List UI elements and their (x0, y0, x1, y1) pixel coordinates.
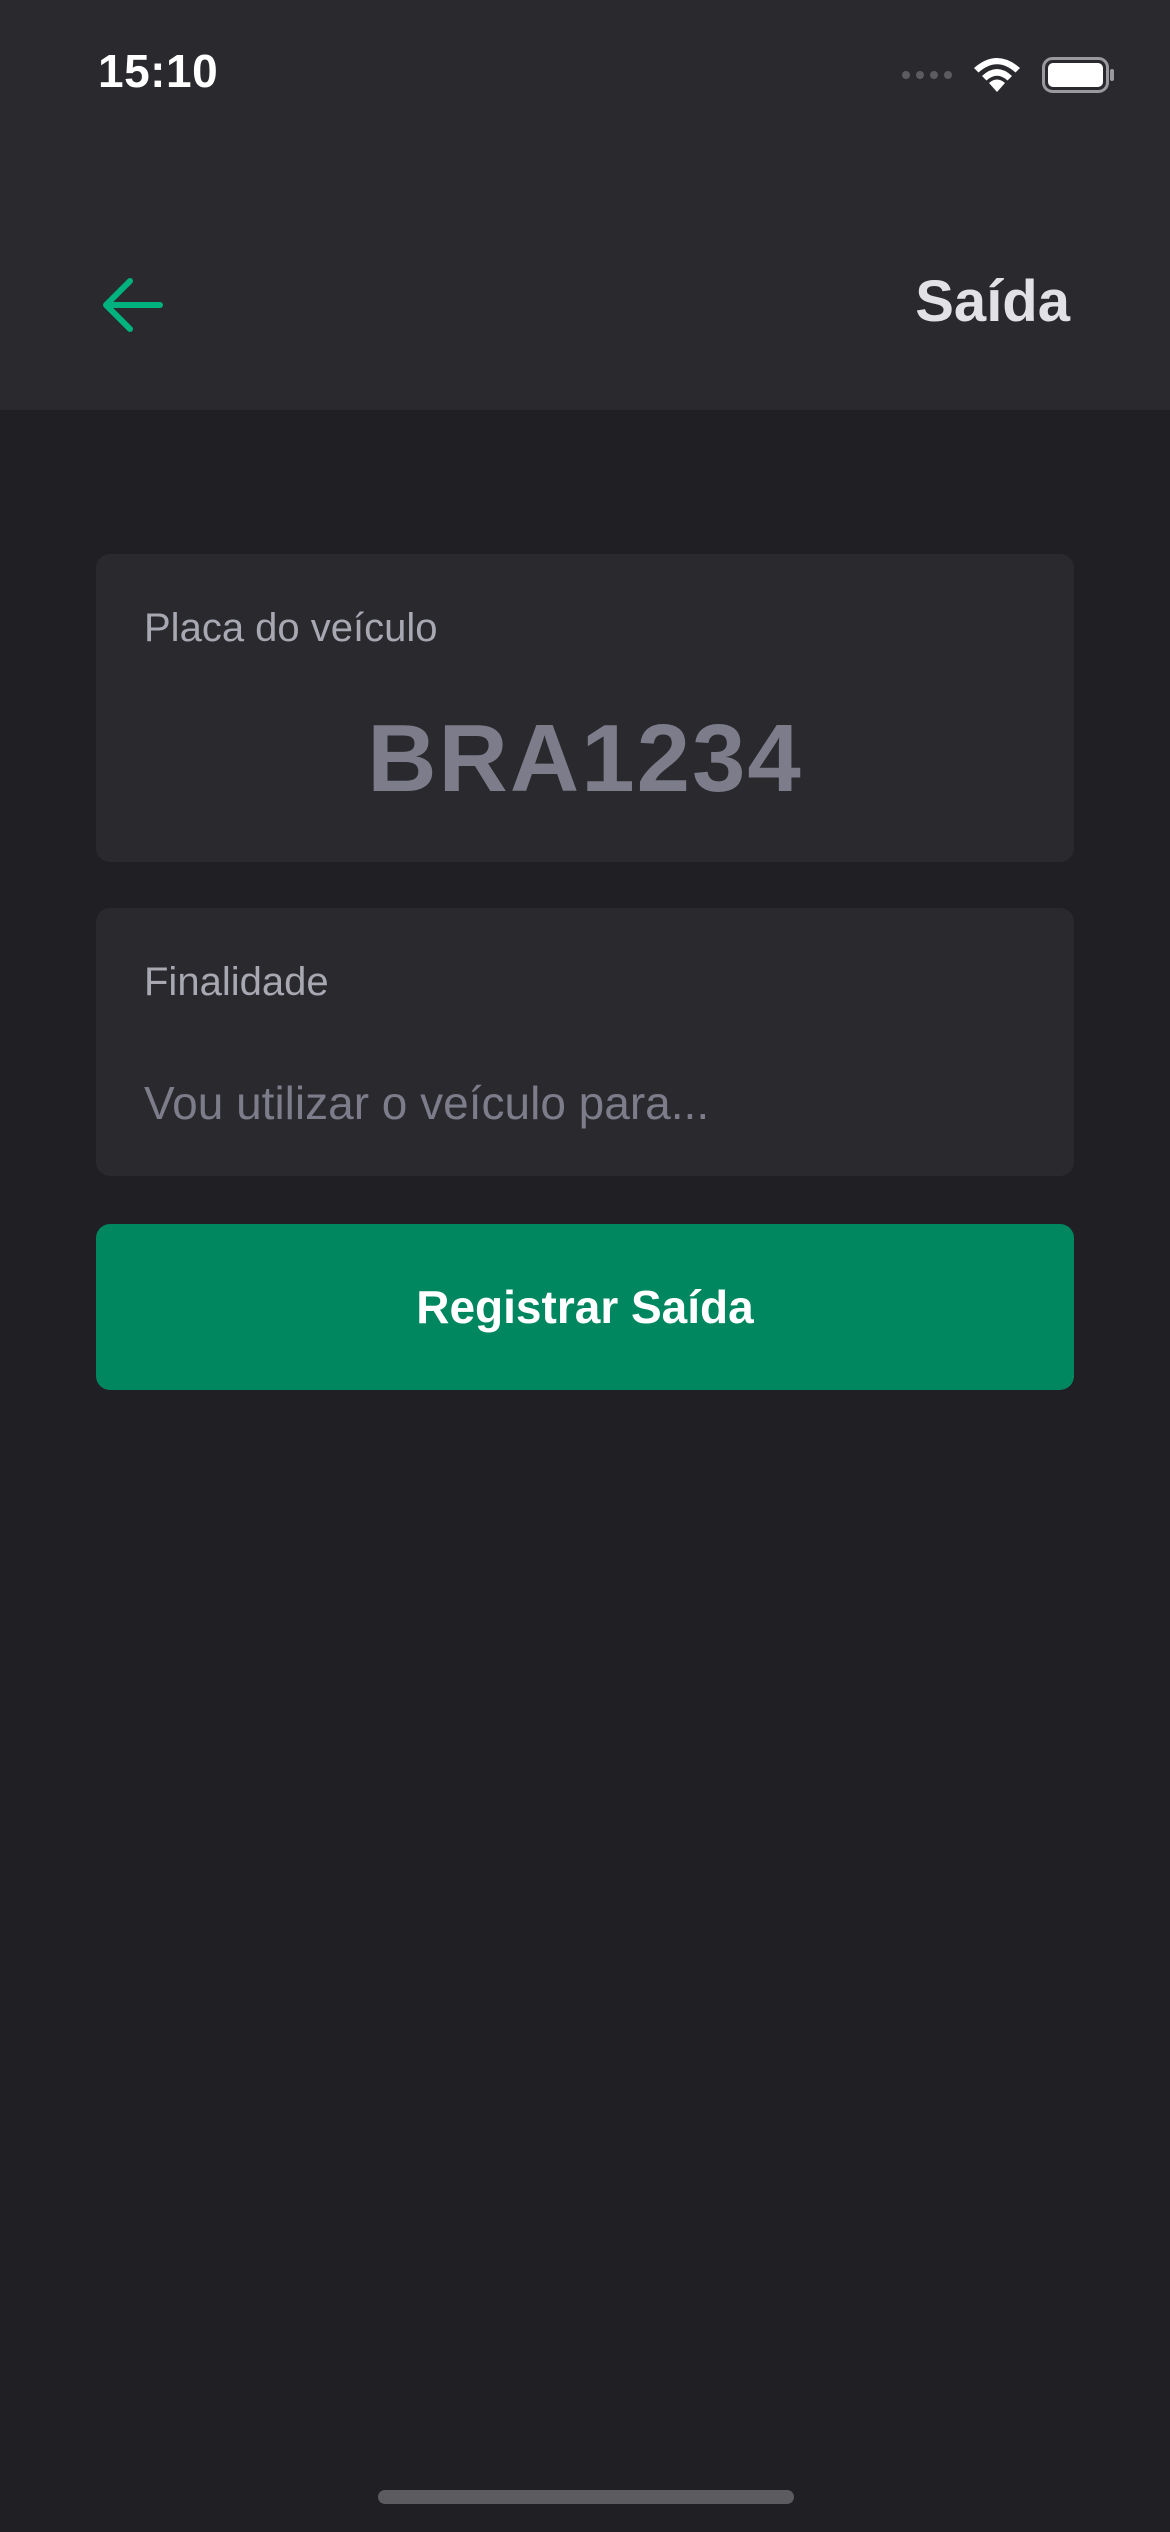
arrow-left-icon (103, 278, 163, 332)
back-button[interactable] (92, 265, 172, 345)
register-exit-button[interactable]: Registrar Saída (96, 1224, 1074, 1390)
page-title: Saída (915, 269, 1070, 334)
home-indicator (378, 2490, 794, 2504)
status-icons (902, 50, 1116, 100)
plate-label: Placa do veículo (144, 606, 438, 650)
cellular-signal-icon (902, 71, 952, 79)
plate-value: BRA1234 (367, 705, 803, 812)
status-time: 15:10 (98, 45, 219, 97)
wifi-icon (974, 58, 1020, 92)
purpose-input[interactable] (144, 1068, 1024, 1138)
battery-icon (1042, 57, 1114, 93)
plate-card: Placa do veículo BRA1234 (96, 554, 1074, 862)
purpose-label: Finalidade (144, 960, 329, 1004)
purpose-card[interactable]: Finalidade (96, 908, 1074, 1176)
header-area: 15:10 Saída (0, 0, 1170, 410)
